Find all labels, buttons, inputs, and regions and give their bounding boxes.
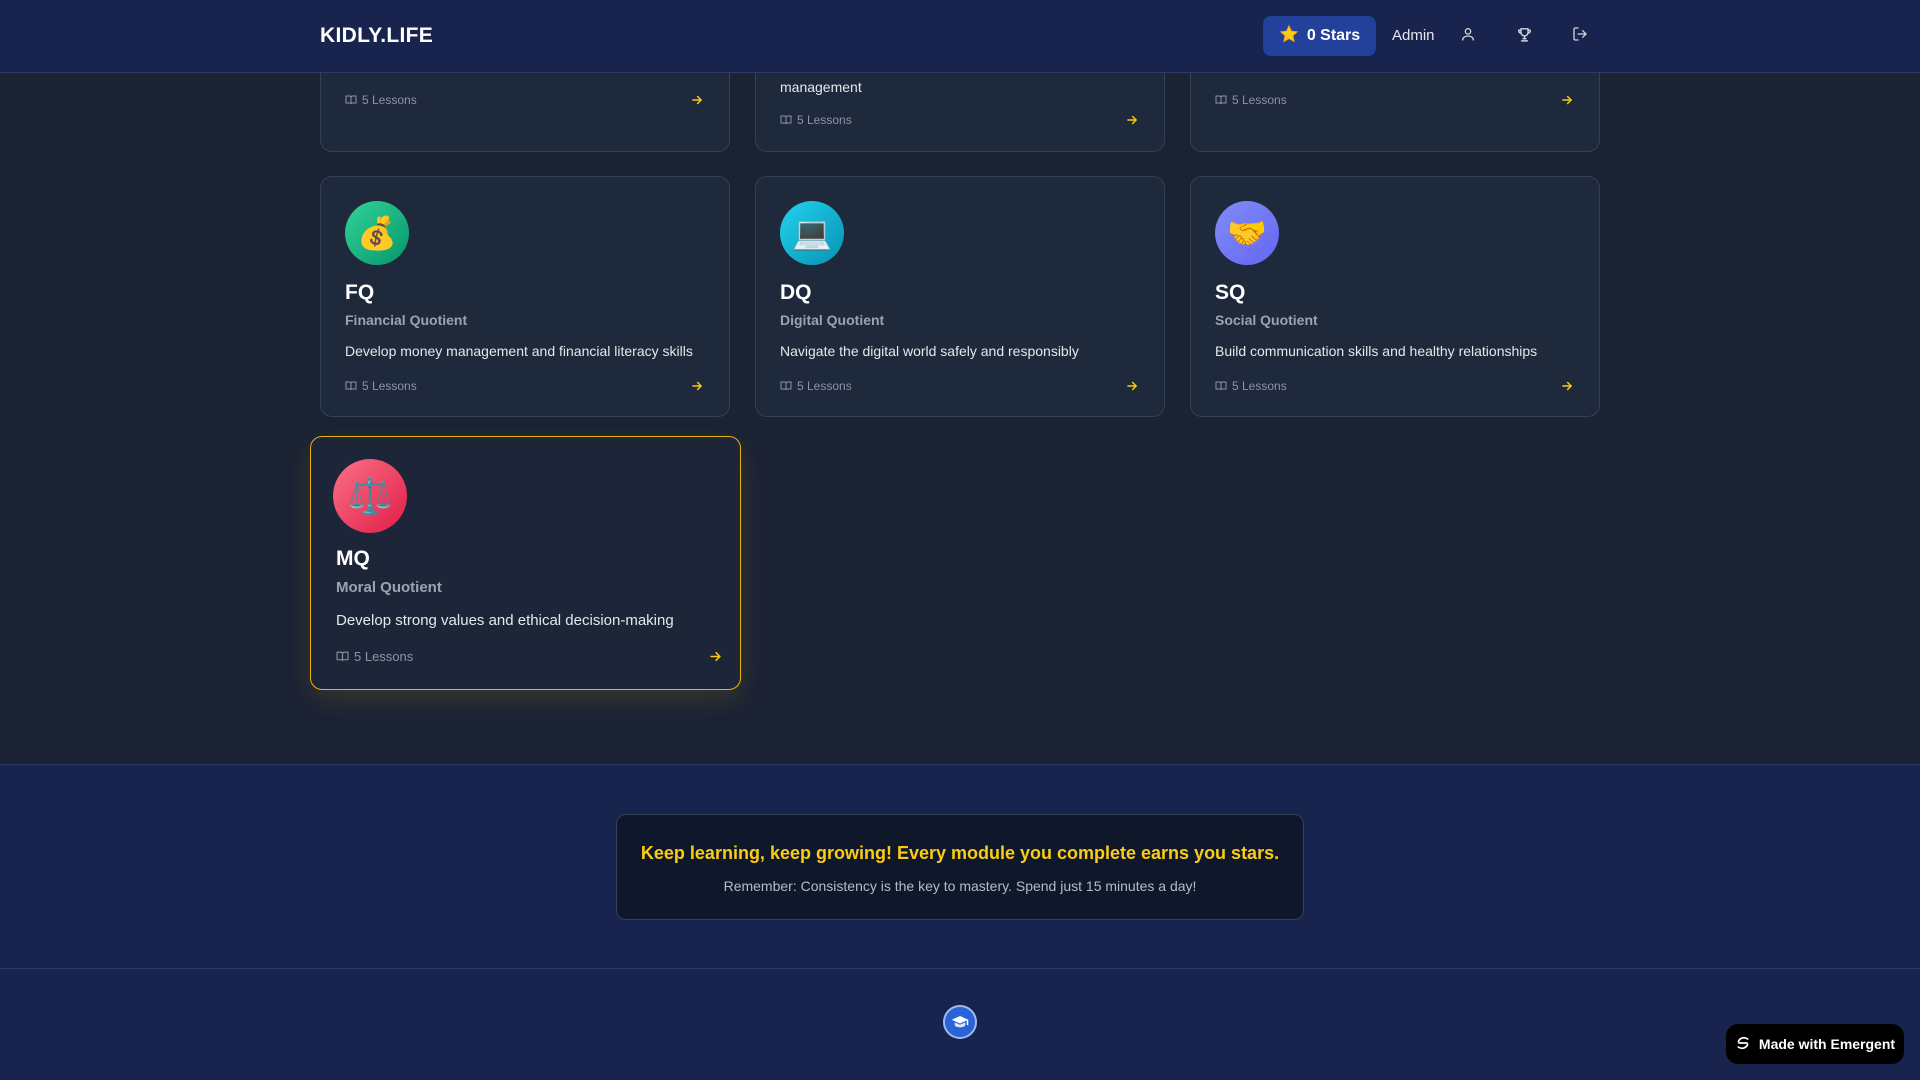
module-description: Develop money management and financial l… — [345, 343, 693, 359]
lessons-count: 5 Lessons — [336, 649, 413, 664]
top-nav: KIDLY.LIFE 0 Stars Admin — [0, 0, 1920, 73]
arrow-right-icon[interactable] — [707, 648, 723, 664]
stars-label: 0 Stars — [1306, 27, 1361, 44]
emergent-logo-icon — [1735, 1035, 1751, 1054]
laptop-icon: 💻 — [780, 201, 844, 265]
money-bag-icon: 💰 — [345, 201, 409, 265]
user-name[interactable]: Admin — [1392, 27, 1435, 44]
brand-logo[interactable]: KIDLY.LIFE — [320, 24, 433, 48]
handshake-icon: 🤝 — [1215, 201, 1279, 265]
footer — [0, 968, 1920, 1080]
user-icon[interactable] — [1458, 24, 1478, 44]
book-icon — [780, 381, 792, 391]
motivation-section: Keep learning, keep growing! Every modul… — [0, 764, 1920, 968]
motivation-subtitle: Remember: Consistency is the key to mast… — [723, 878, 1197, 894]
scales-icon: ⚖️ — [333, 459, 407, 533]
module-description: Navigate the digital world safely and re… — [780, 343, 1079, 359]
arrow-right-icon[interactable] — [689, 378, 705, 394]
module-name: Moral Quotient — [336, 579, 442, 596]
lessons-count: 5 Lessons — [1215, 93, 1287, 107]
module-name: Financial Quotient — [345, 312, 468, 328]
motivation-title: Keep learning, keep growing! Every modul… — [640, 843, 1280, 863]
module-card-dq[interactable]: 💻 DQ Digital Quotient Navigate the digit… — [755, 176, 1165, 417]
module-code: MQ — [336, 547, 370, 570]
book-icon — [336, 651, 349, 661]
arrow-right-icon[interactable] — [1124, 112, 1140, 128]
arrow-right-icon[interactable] — [689, 92, 705, 108]
arrow-right-icon[interactable] — [1124, 378, 1140, 394]
module-description: Build communication skills and healthy r… — [1215, 343, 1538, 359]
module-name: Digital Quotient — [780, 312, 885, 328]
book-icon — [1215, 381, 1227, 391]
module-code: FQ — [345, 281, 375, 304]
lessons-count: 5 Lessons — [780, 113, 852, 127]
arrow-right-icon[interactable] — [1559, 378, 1575, 394]
module-card-fq[interactable]: 💰 FQ Financial Quotient Develop money ma… — [320, 176, 730, 417]
book-icon — [345, 95, 357, 105]
star-icon — [1279, 24, 1299, 49]
trophy-icon[interactable] — [1514, 24, 1534, 44]
module-name: Social Quotient — [1215, 312, 1318, 328]
made-with-emergent-badge[interactable]: Made with Emergent — [1726, 1024, 1904, 1064]
graduation-cap-icon — [943, 1005, 977, 1039]
module-description: Develop strong values and ethical decisi… — [336, 612, 674, 629]
emergent-label: Made with Emergent — [1758, 1036, 1896, 1052]
module-card-mq[interactable]: ⚖️ MQ Moral Quotient Develop strong valu… — [310, 436, 741, 690]
book-icon — [1215, 95, 1227, 105]
module-description: management — [780, 79, 862, 95]
module-code: DQ — [780, 281, 812, 304]
motivation-card: Keep learning, keep growing! Every modul… — [616, 814, 1304, 920]
lessons-count: 5 Lessons — [1215, 379, 1287, 393]
book-icon — [345, 381, 357, 391]
book-icon — [780, 115, 792, 125]
module-code: SQ — [1215, 281, 1246, 304]
module-card-sq[interactable]: 🤝 SQ Social Quotient Build communication… — [1190, 176, 1600, 417]
lessons-count: 5 Lessons — [345, 93, 417, 107]
arrow-right-icon[interactable] — [1559, 92, 1575, 108]
lessons-count: 5 Lessons — [780, 379, 852, 393]
logout-icon[interactable] — [1570, 24, 1590, 44]
stars-button[interactable]: 0 Stars — [1263, 16, 1376, 56]
lessons-count: 5 Lessons — [345, 379, 417, 393]
